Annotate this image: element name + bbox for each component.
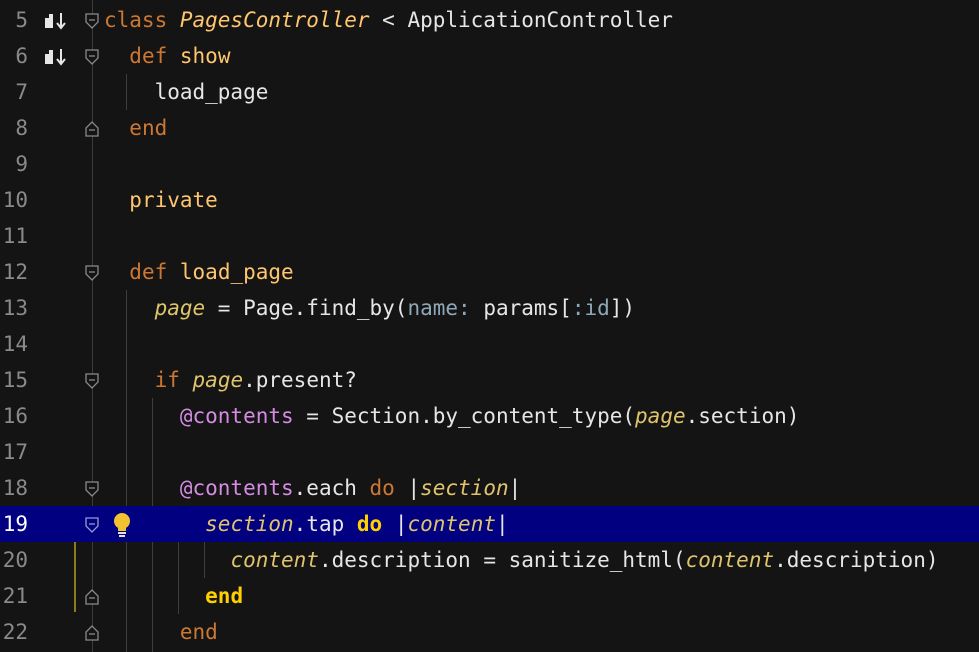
line-number[interactable]: 8 (0, 110, 28, 146)
code-text[interactable]: end (104, 110, 167, 146)
code-line[interactable]: 12 def load_page (0, 254, 979, 290)
code-line[interactable]: 9 (0, 146, 979, 182)
line-number[interactable]: 13 (0, 290, 28, 326)
run-gutter-icon[interactable] (44, 12, 68, 30)
code-text[interactable]: @contents = Section.by_content_type(page… (104, 398, 800, 434)
line-number[interactable]: 20 (0, 542, 28, 578)
code-line[interactable]: 10 private (0, 182, 979, 218)
line-number[interactable]: 6 (0, 38, 28, 74)
fold-close-icon[interactable] (84, 624, 100, 642)
code-line[interactable]: 14 (0, 326, 979, 362)
code-line[interactable]: 15 if page.present? (0, 362, 979, 398)
fold-close-icon[interactable] (84, 588, 100, 606)
line-number[interactable]: 10 (0, 182, 28, 218)
fold-open-icon[interactable] (84, 264, 100, 282)
fold-open-icon[interactable] (84, 12, 100, 30)
code-text[interactable]: section.tap do |content| (104, 506, 509, 542)
code-line-current[interactable]: 19 section.tap do |content| (0, 506, 979, 542)
fold-open-icon[interactable] (84, 372, 100, 390)
fold-close-icon[interactable] (84, 120, 100, 138)
line-number[interactable]: 9 (0, 146, 28, 182)
code-line[interactable]: 20 content.description = sanitize_html(c… (0, 542, 979, 578)
code-line[interactable]: 11 (0, 218, 979, 254)
line-number[interactable]: 17 (0, 434, 28, 470)
code-line[interactable]: 5 class PagesController < ApplicationCon… (0, 2, 979, 38)
line-number[interactable]: 18 (0, 470, 28, 506)
fold-open-icon[interactable] (84, 48, 100, 66)
line-number[interactable]: 21 (0, 578, 28, 614)
code-text[interactable]: if page.present? (104, 362, 357, 398)
line-number[interactable]: 16 (0, 398, 28, 434)
code-text[interactable]: content.description = sanitize_html(cont… (104, 542, 938, 578)
code-line[interactable]: 22 end (0, 614, 979, 650)
code-line[interactable]: 16 @contents = Section.by_content_type(p… (0, 398, 979, 434)
code-line[interactable]: 18 @contents.each do |section| (0, 470, 979, 506)
code-line[interactable]: 6 def show (0, 38, 979, 74)
code-text[interactable]: private (104, 182, 218, 218)
code-text[interactable]: @contents.each do |section| (104, 470, 521, 506)
code-text[interactable]: page = Page.find_by(name: params[:id]) (104, 290, 635, 326)
code-line[interactable]: 17 (0, 434, 979, 470)
code-text[interactable]: class PagesController < ApplicationContr… (104, 2, 673, 38)
line-number[interactable]: 12 (0, 254, 28, 290)
code-text[interactable]: end (104, 614, 218, 650)
code-line[interactable]: 13 page = Page.find_by(name: params[:id]… (0, 290, 979, 326)
line-number[interactable]: 11 (0, 218, 28, 254)
code-editor[interactable]: 5 class PagesController < ApplicationCon… (0, 0, 979, 652)
code-line[interactable]: 8 end (0, 110, 979, 146)
code-text[interactable]: def load_page (104, 254, 293, 290)
fold-open-icon[interactable] (84, 516, 100, 534)
line-number[interactable]: 15 (0, 362, 28, 398)
code-text[interactable]: end (104, 578, 243, 614)
run-gutter-icon[interactable] (44, 48, 68, 66)
code-text[interactable]: def show (104, 38, 230, 74)
line-number[interactable]: 19 (0, 506, 28, 542)
code-line[interactable]: 7 load_page (0, 74, 979, 110)
line-number[interactable]: 7 (0, 74, 28, 110)
line-number[interactable]: 14 (0, 326, 28, 362)
fold-open-icon[interactable] (84, 480, 100, 498)
code-line[interactable]: 21 end (0, 578, 979, 614)
line-number[interactable]: 5 (0, 2, 28, 38)
code-text[interactable]: load_page (104, 74, 269, 110)
line-number[interactable]: 22 (0, 614, 28, 650)
